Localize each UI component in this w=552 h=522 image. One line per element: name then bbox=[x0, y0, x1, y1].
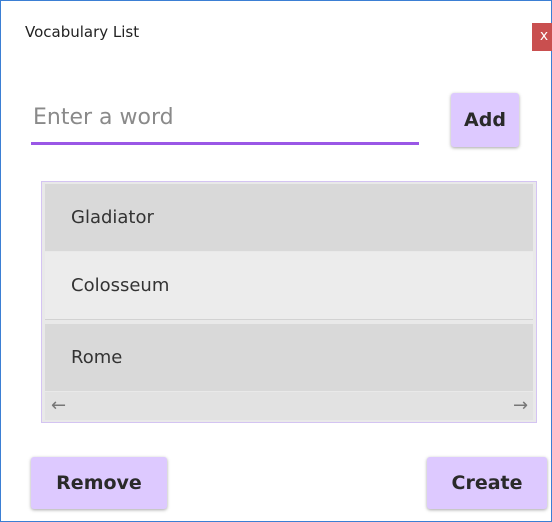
word-input[interactable] bbox=[31, 93, 419, 145]
horizontal-scrollbar[interactable]: ← → bbox=[45, 392, 533, 420]
vocabulary-listbox[interactable]: Gladiator Colosseum Rome ← → bbox=[41, 181, 537, 423]
arrow-left-icon[interactable]: ← bbox=[51, 396, 66, 416]
app-window: Vocabulary List x Add Gladiator Colosseu… bbox=[0, 0, 552, 522]
list-item[interactable]: Rome bbox=[45, 324, 533, 391]
add-button[interactable]: Add bbox=[451, 93, 519, 147]
title-bar: Vocabulary List x bbox=[1, 1, 552, 51]
close-button[interactable]: x bbox=[532, 23, 552, 51]
remove-button[interactable]: Remove bbox=[31, 457, 167, 509]
list-item[interactable]: Colosseum bbox=[45, 252, 533, 320]
list-item[interactable]: Gladiator bbox=[45, 184, 533, 251]
create-button[interactable]: Create bbox=[427, 457, 547, 509]
arrow-right-icon[interactable]: → bbox=[513, 396, 528, 416]
window-title: Vocabulary List bbox=[25, 23, 140, 41]
